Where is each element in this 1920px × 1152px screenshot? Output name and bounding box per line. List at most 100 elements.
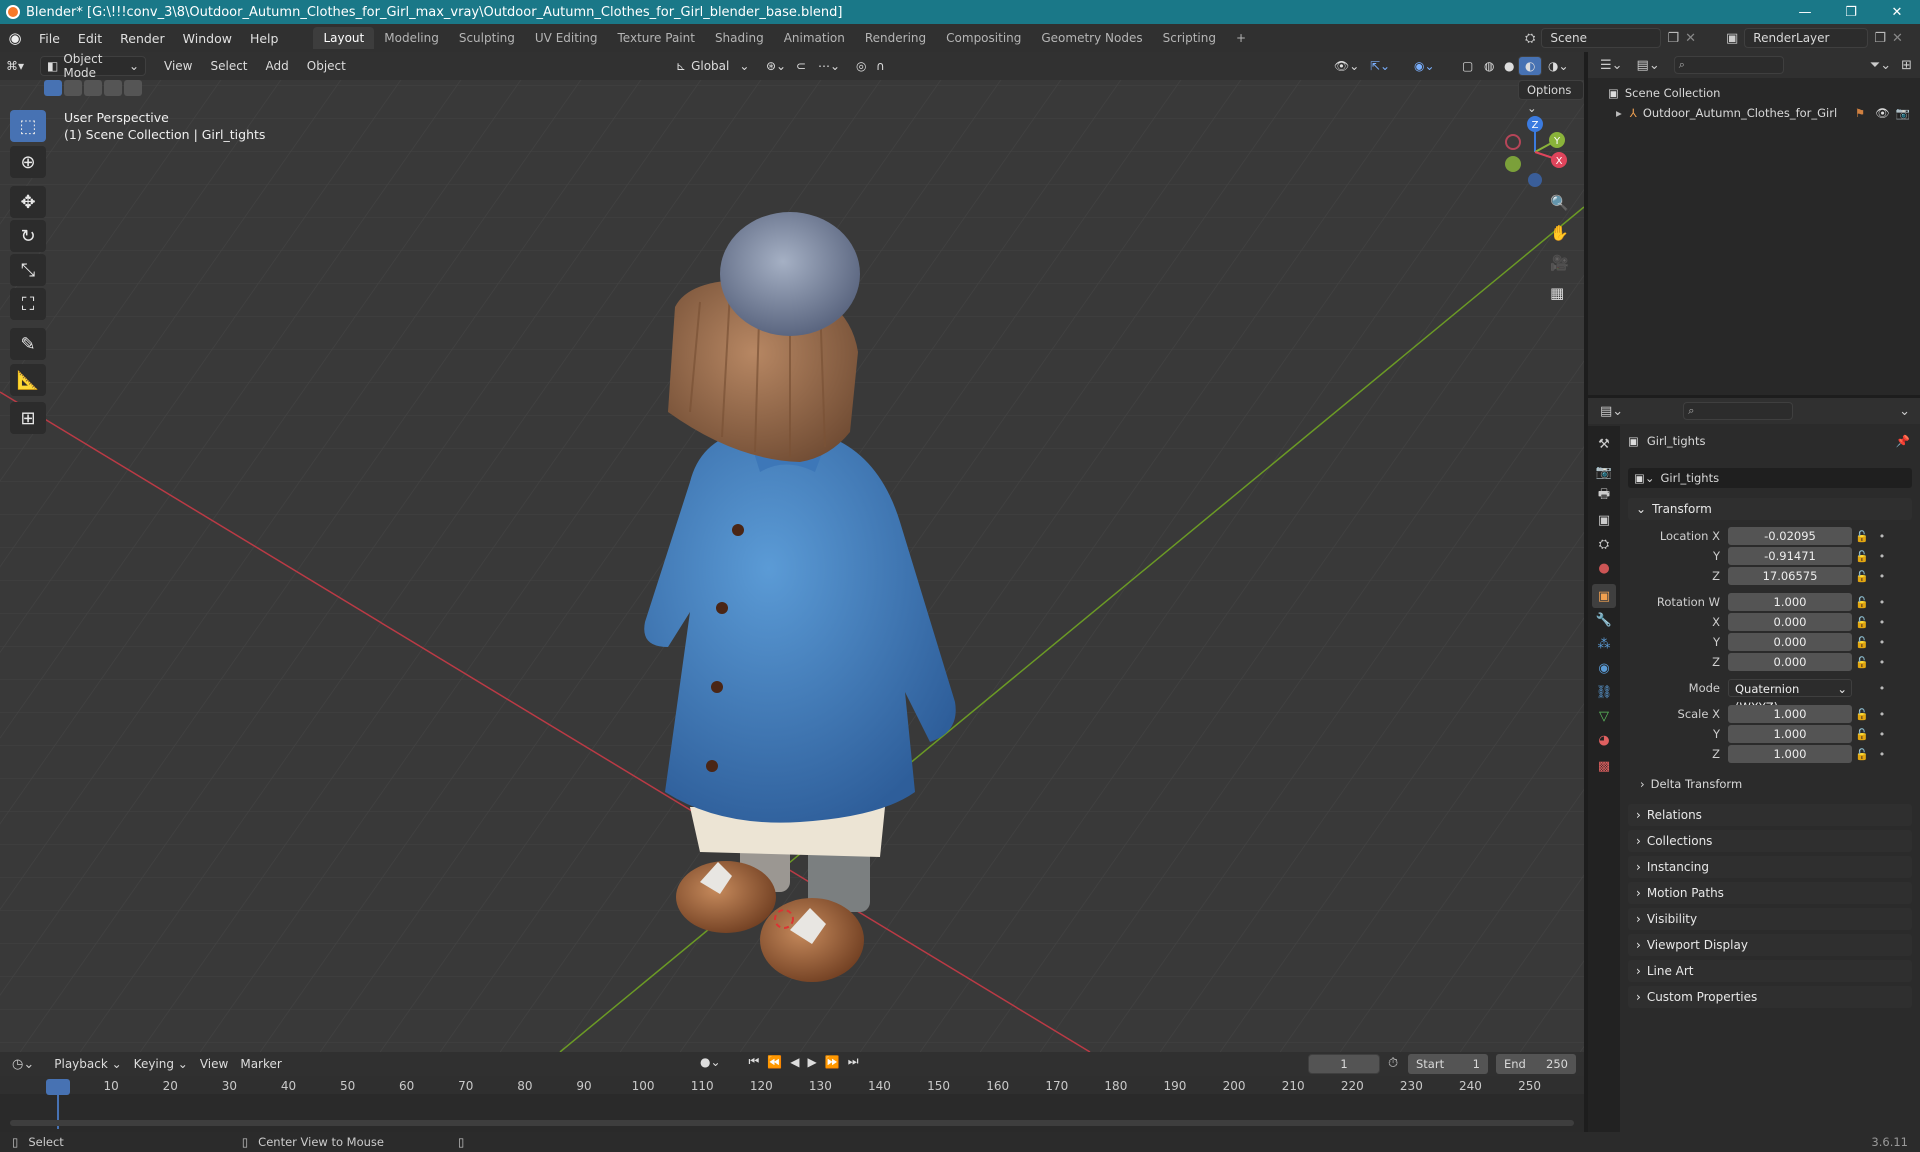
tab-scripting[interactable]: Scripting (1153, 27, 1226, 49)
viewport-display-panel-header[interactable]: › Viewport Display (1628, 934, 1912, 956)
lock-icon[interactable]: 🔓 (1852, 708, 1872, 721)
jump-start-icon[interactable]: ⏮ (749, 1054, 760, 1069)
next-keyframe-icon[interactable]: ⏩ (825, 1055, 840, 1069)
timeline-editor-type-icon[interactable]: ◷⌄ (12, 1057, 34, 1072)
data-tab-icon[interactable]: ▽ (1592, 704, 1616, 728)
select-new-icon[interactable] (44, 80, 62, 96)
current-frame-field[interactable]: 1 (1308, 1054, 1380, 1074)
tab-geometry-nodes[interactable]: Geometry Nodes (1031, 27, 1152, 49)
menu-select[interactable]: Select (204, 56, 253, 76)
pin-icon[interactable]: 📌 (1896, 434, 1910, 448)
render-layer-selector[interactable]: RenderLayer (1744, 28, 1869, 48)
cursor-tool-icon[interactable]: ⊕ (10, 146, 46, 178)
select-invert-icon[interactable] (104, 80, 122, 96)
editor-type-icon[interactable]: ⌘▾ (0, 56, 36, 76)
keyframe-dot-icon[interactable]: • (1872, 570, 1892, 583)
rendered-shading-icon[interactable]: ◑⌄ (1542, 56, 1575, 76)
lock-icon[interactable]: 🔓 (1852, 596, 1872, 609)
delta-transform-subpanel[interactable]: › Delta Transform (1640, 774, 1912, 794)
outliner-editor-type-icon[interactable]: ☰⌄ (1600, 58, 1623, 73)
outliner-item[interactable]: ▸ ⅄ Outdoor_Autumn_Clothes_for_Girl ⚑ 👁 … (1616, 106, 1916, 120)
lock-icon[interactable]: 🔓 (1852, 550, 1872, 563)
playhead[interactable] (46, 1079, 70, 1095)
menu-object[interactable]: Object (301, 56, 352, 76)
select-intersect-icon[interactable] (124, 80, 142, 96)
snap-icon[interactable]: ⊂ (790, 56, 812, 76)
3d-viewport[interactable]: ⌘▾ ◧ Object Mode ⌄ View Select Add Objec… (0, 52, 1584, 1052)
play-icon[interactable]: ▶ (808, 1055, 817, 1069)
custom-properties-panel-header[interactable]: › Custom Properties (1628, 986, 1912, 1008)
keyframe-dot-icon[interactable]: • (1872, 682, 1892, 695)
options-dropdown[interactable]: Options ⌄ (1518, 80, 1584, 115)
constraints-tab-icon[interactable]: ⛓ (1592, 680, 1616, 704)
viewport-scene[interactable] (0, 52, 1584, 1052)
rotation-y-field[interactable]: 0.000 (1728, 633, 1852, 651)
new-scene-icon[interactable]: ❐ (1667, 31, 1679, 46)
scale-tool-icon[interactable]: ⤡ (10, 254, 46, 286)
prev-keyframe-icon[interactable]: ⏪ (767, 1055, 782, 1069)
render-tab-icon[interactable]: 📷 (1592, 460, 1616, 484)
rotation-z-field[interactable]: 0.000 (1728, 653, 1852, 671)
tab-sculpting[interactable]: Sculpting (449, 27, 525, 49)
tab-shading[interactable]: Shading (705, 27, 774, 49)
lock-icon[interactable]: 🔓 (1852, 530, 1872, 543)
minimize-button[interactable]: — (1782, 0, 1828, 24)
play-reverse-icon[interactable]: ◀ (790, 1055, 799, 1069)
location-x-field[interactable]: -0.02095 (1728, 527, 1852, 545)
tab-compositing[interactable]: Compositing (936, 27, 1031, 49)
relations-panel-header[interactable]: › Relations (1628, 804, 1912, 826)
tool-tab-icon[interactable]: ⚒ (1592, 432, 1616, 456)
select-extend-icon[interactable] (64, 80, 82, 96)
menu-add[interactable]: Add (260, 56, 295, 76)
tab-texture-paint[interactable]: Texture Paint (608, 27, 705, 49)
rotate-tool-icon[interactable]: ↻ (10, 220, 46, 252)
lock-icon[interactable]: 🔓 (1852, 570, 1872, 583)
tab-modeling[interactable]: Modeling (374, 27, 449, 49)
measure-tool-icon[interactable]: 📐 (10, 364, 46, 396)
keyframe-dot-icon[interactable]: • (1872, 748, 1892, 761)
scale-x-field[interactable]: 1.000 (1728, 705, 1852, 723)
tab-animation[interactable]: Animation (774, 27, 855, 49)
blender-menu-icon[interactable]: ◉ (0, 29, 30, 47)
rotation-x-field[interactable]: 0.000 (1728, 613, 1852, 631)
new-collection-icon[interactable]: ⊞ (1901, 58, 1912, 73)
delete-scene-icon[interactable]: ✕ (1685, 31, 1696, 46)
menu-edit[interactable]: Edit (69, 31, 111, 46)
jump-end-icon[interactable]: ⏭ (848, 1054, 859, 1069)
menu-keying[interactable]: Keying ⌄ (128, 1054, 194, 1074)
collections-panel-header[interactable]: › Collections (1628, 830, 1912, 852)
clock-icon[interactable]: ⏱ (1388, 1056, 1398, 1071)
scale-y-field[interactable]: 1.000 (1728, 725, 1852, 743)
keyframe-dot-icon[interactable]: • (1872, 636, 1892, 649)
visibility-icon[interactable]: 👁⌄ (1328, 56, 1365, 76)
outliner-search-input[interactable]: ⌕ (1673, 56, 1784, 74)
transform-tool-icon[interactable]: ⛶ (10, 288, 46, 320)
menu-playback[interactable]: Playback ⌄ (48, 1054, 127, 1074)
perspective-toggle-icon[interactable]: ▦ (1550, 284, 1564, 302)
annotate-tool-icon[interactable]: ✎ (10, 328, 46, 360)
output-tab-icon[interactable]: 🖶 (1592, 484, 1616, 508)
physics-tab-icon[interactable]: ◉ (1592, 656, 1616, 680)
falloff-icon[interactable]: ∩ (870, 56, 891, 76)
end-frame-field[interactable]: End 250 (1496, 1054, 1576, 1074)
object-mode-dropdown[interactable]: ◧ Object Mode ⌄ (40, 52, 146, 80)
instancing-panel-header[interactable]: › Instancing (1628, 856, 1912, 878)
line-art-panel-header[interactable]: › Line Art (1628, 960, 1912, 982)
object-tab-icon[interactable]: ▣ (1592, 584, 1616, 608)
pan-hand-icon[interactable]: ✋ (1550, 224, 1569, 242)
keyframe-dot-icon[interactable]: • (1872, 530, 1892, 543)
move-tool-icon[interactable]: ✥ (10, 186, 46, 218)
menu-help[interactable]: Help (241, 31, 288, 46)
particles-tab-icon[interactable]: ⁂ (1592, 632, 1616, 656)
maximize-button[interactable]: ❐ (1828, 0, 1874, 24)
auto-keying-icon[interactable]: ●⌄ (700, 1055, 721, 1069)
menu-render[interactable]: Render (111, 31, 174, 46)
transform-panel-header[interactable]: ⌄ Transform (1628, 498, 1912, 520)
keyframe-dot-icon[interactable]: • (1872, 550, 1892, 563)
keyframe-dot-icon[interactable]: • (1872, 656, 1892, 669)
lock-icon[interactable]: 🔓 (1852, 728, 1872, 741)
location-z-field[interactable]: 17.06575 (1728, 567, 1852, 585)
rotation-w-field[interactable]: 1.000 (1728, 593, 1852, 611)
add-cube-tool-icon[interactable]: ⊞ (10, 402, 46, 434)
modifier-tab-icon[interactable]: 🔧 (1592, 608, 1616, 632)
